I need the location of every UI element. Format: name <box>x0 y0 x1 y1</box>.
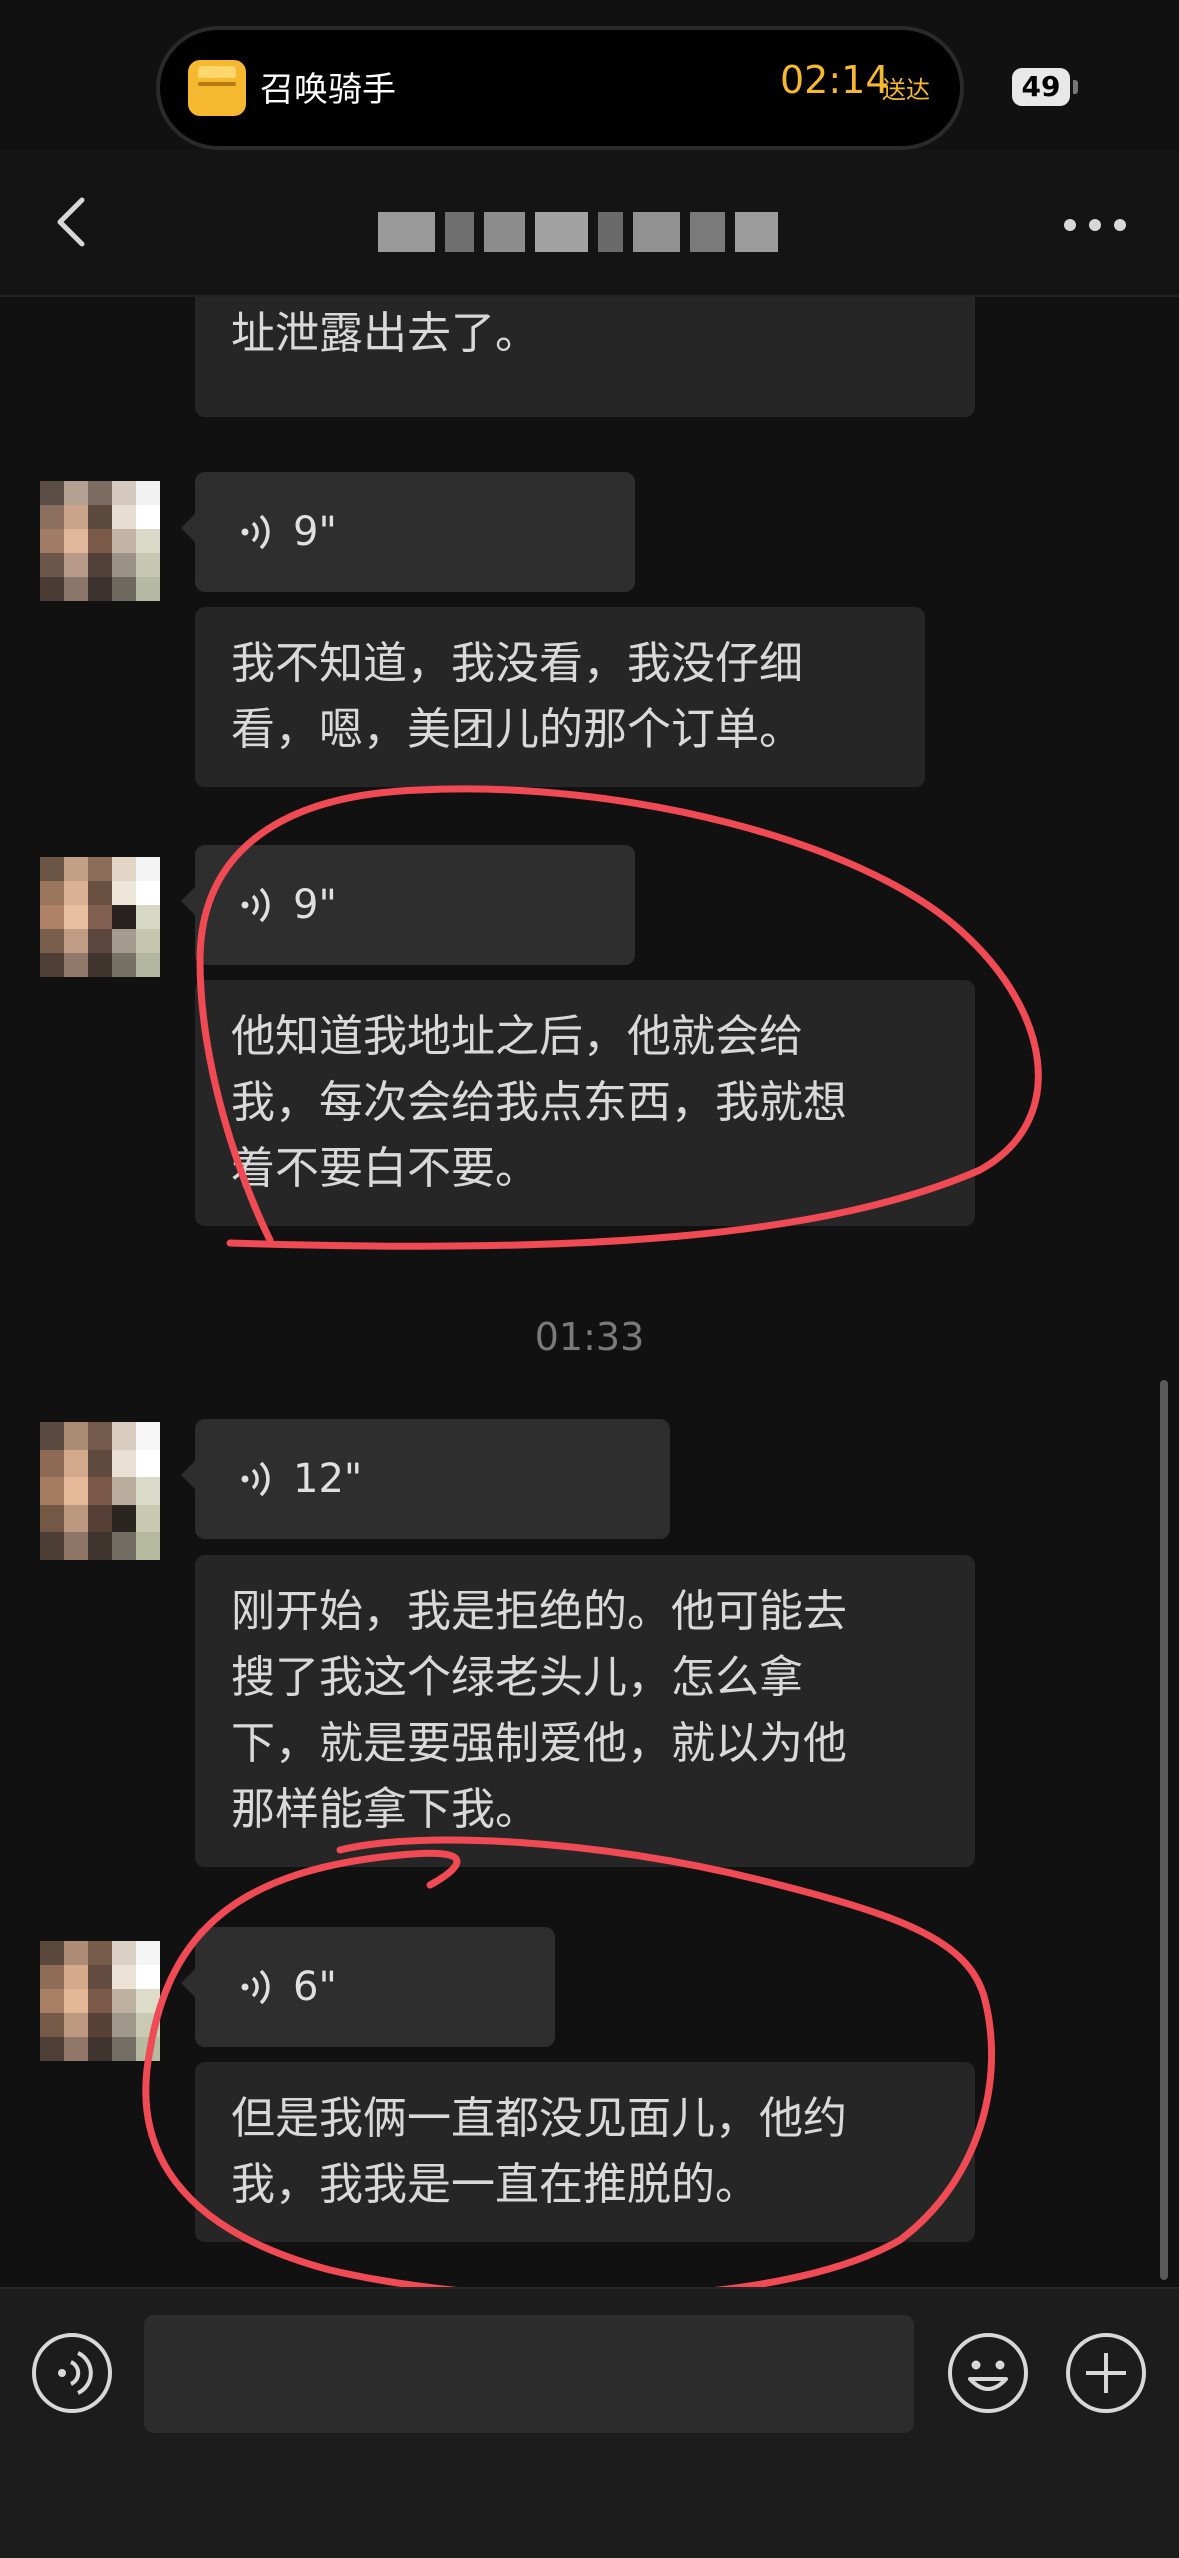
transcript-line: 着不要白不要。 <box>231 1143 539 1194</box>
transcript-line: 我，每次会给我点东西，我就想 <box>231 1077 847 1128</box>
chat-message-list[interactable]: 址泄露出去了。 9" 我不知道，我没看，我没仔细 看，嗯，美团儿的那个订单。 9… <box>0 297 1179 2287</box>
activity-suffix: 送达 <box>882 76 930 104</box>
transcript-line: 他知道我地址之后，他就会给 <box>231 1011 803 1062</box>
plus-icon[interactable] <box>1064 2331 1148 2415</box>
voice-duration: 9" <box>293 509 337 555</box>
chat-header <box>0 150 1179 297</box>
contact-avatar[interactable] <box>40 1941 160 2061</box>
battery-tip-icon <box>1073 80 1078 94</box>
voice-message[interactable]: 9" <box>181 472 635 592</box>
live-activity-island[interactable]: 召唤骑手 02:14 送达 <box>160 30 960 146</box>
transcript-line: 我，我我是一直在推脱的。 <box>231 2159 759 2210</box>
chat-scrollbar[interactable] <box>1160 1380 1168 2280</box>
voice-wave-icon <box>241 1969 270 2005</box>
voice-message[interactable]: 9" <box>181 845 635 965</box>
contact-avatar[interactable] <box>40 481 160 601</box>
emoji-icon[interactable] <box>946 2331 1030 2415</box>
transcript-line: 刚开始，我是拒绝的。他可能去 <box>231 1586 847 1637</box>
transcript-line: 看，嗯，美团儿的那个订单。 <box>231 704 803 755</box>
voice-transcript-bubble[interactable]: 他知道我地址之后，他就会给 我，每次会给我点东西，我就想 着不要白不要。 <box>195 980 975 1226</box>
chevron-left-icon[interactable] <box>44 192 104 252</box>
transcript-line: 下，就是要强制爱他，就以为他 <box>231 1718 847 1769</box>
voice-wave-icon <box>241 1461 270 1497</box>
voice-message[interactable]: 6" <box>181 1927 555 2047</box>
voice-wave-icon <box>241 514 270 550</box>
transcript-line: 我不知道，我没看，我没仔细 <box>231 638 803 689</box>
more-dots-icon[interactable] <box>1060 210 1130 240</box>
transcript-line: 那样能拿下我。 <box>231 1784 539 1835</box>
chat-timestamp: 01:33 <box>534 1315 645 1359</box>
battery-indicator: 49 <box>1012 68 1070 106</box>
voice-toggle-icon[interactable] <box>30 2331 114 2415</box>
partial-message-text: 址泄露出去了。 <box>231 308 539 359</box>
message-input[interactable] <box>144 2315 914 2433</box>
voice-duration: 6" <box>293 1964 337 2010</box>
voice-duration: 12" <box>293 1456 363 1502</box>
contact-avatar[interactable] <box>40 1422 160 1560</box>
transcript-line: 但是我俩一直都没见面儿，他约 <box>231 2093 847 2144</box>
contact-name-pixelated <box>378 212 778 252</box>
message-input-bar <box>0 2287 1179 2558</box>
transcript-line: 搜了我这个绿老头儿，怎么拿 <box>231 1652 803 1703</box>
partial-message-bubble: 址泄露出去了。 <box>195 297 975 417</box>
voice-transcript-bubble[interactable]: 刚开始，我是拒绝的。他可能去 搜了我这个绿老头儿，怎么拿 下，就是要强制爱他，就… <box>195 1555 975 1867</box>
activity-title: 召唤骑手 <box>260 70 396 110</box>
voice-transcript-bubble[interactable]: 我不知道，我没看，我没仔细 看，嗯，美团儿的那个订单。 <box>195 607 925 787</box>
voice-duration: 9" <box>293 882 337 928</box>
activity-time: 02:14 <box>780 58 890 102</box>
delivery-box-icon <box>188 60 246 116</box>
voice-wave-icon <box>241 887 270 923</box>
voice-message[interactable]: 12" <box>181 1419 670 1539</box>
contact-avatar[interactable] <box>40 857 160 977</box>
voice-transcript-bubble[interactable]: 但是我俩一直都没见面儿，他约 我，我我是一直在推脱的。 <box>195 2062 975 2242</box>
